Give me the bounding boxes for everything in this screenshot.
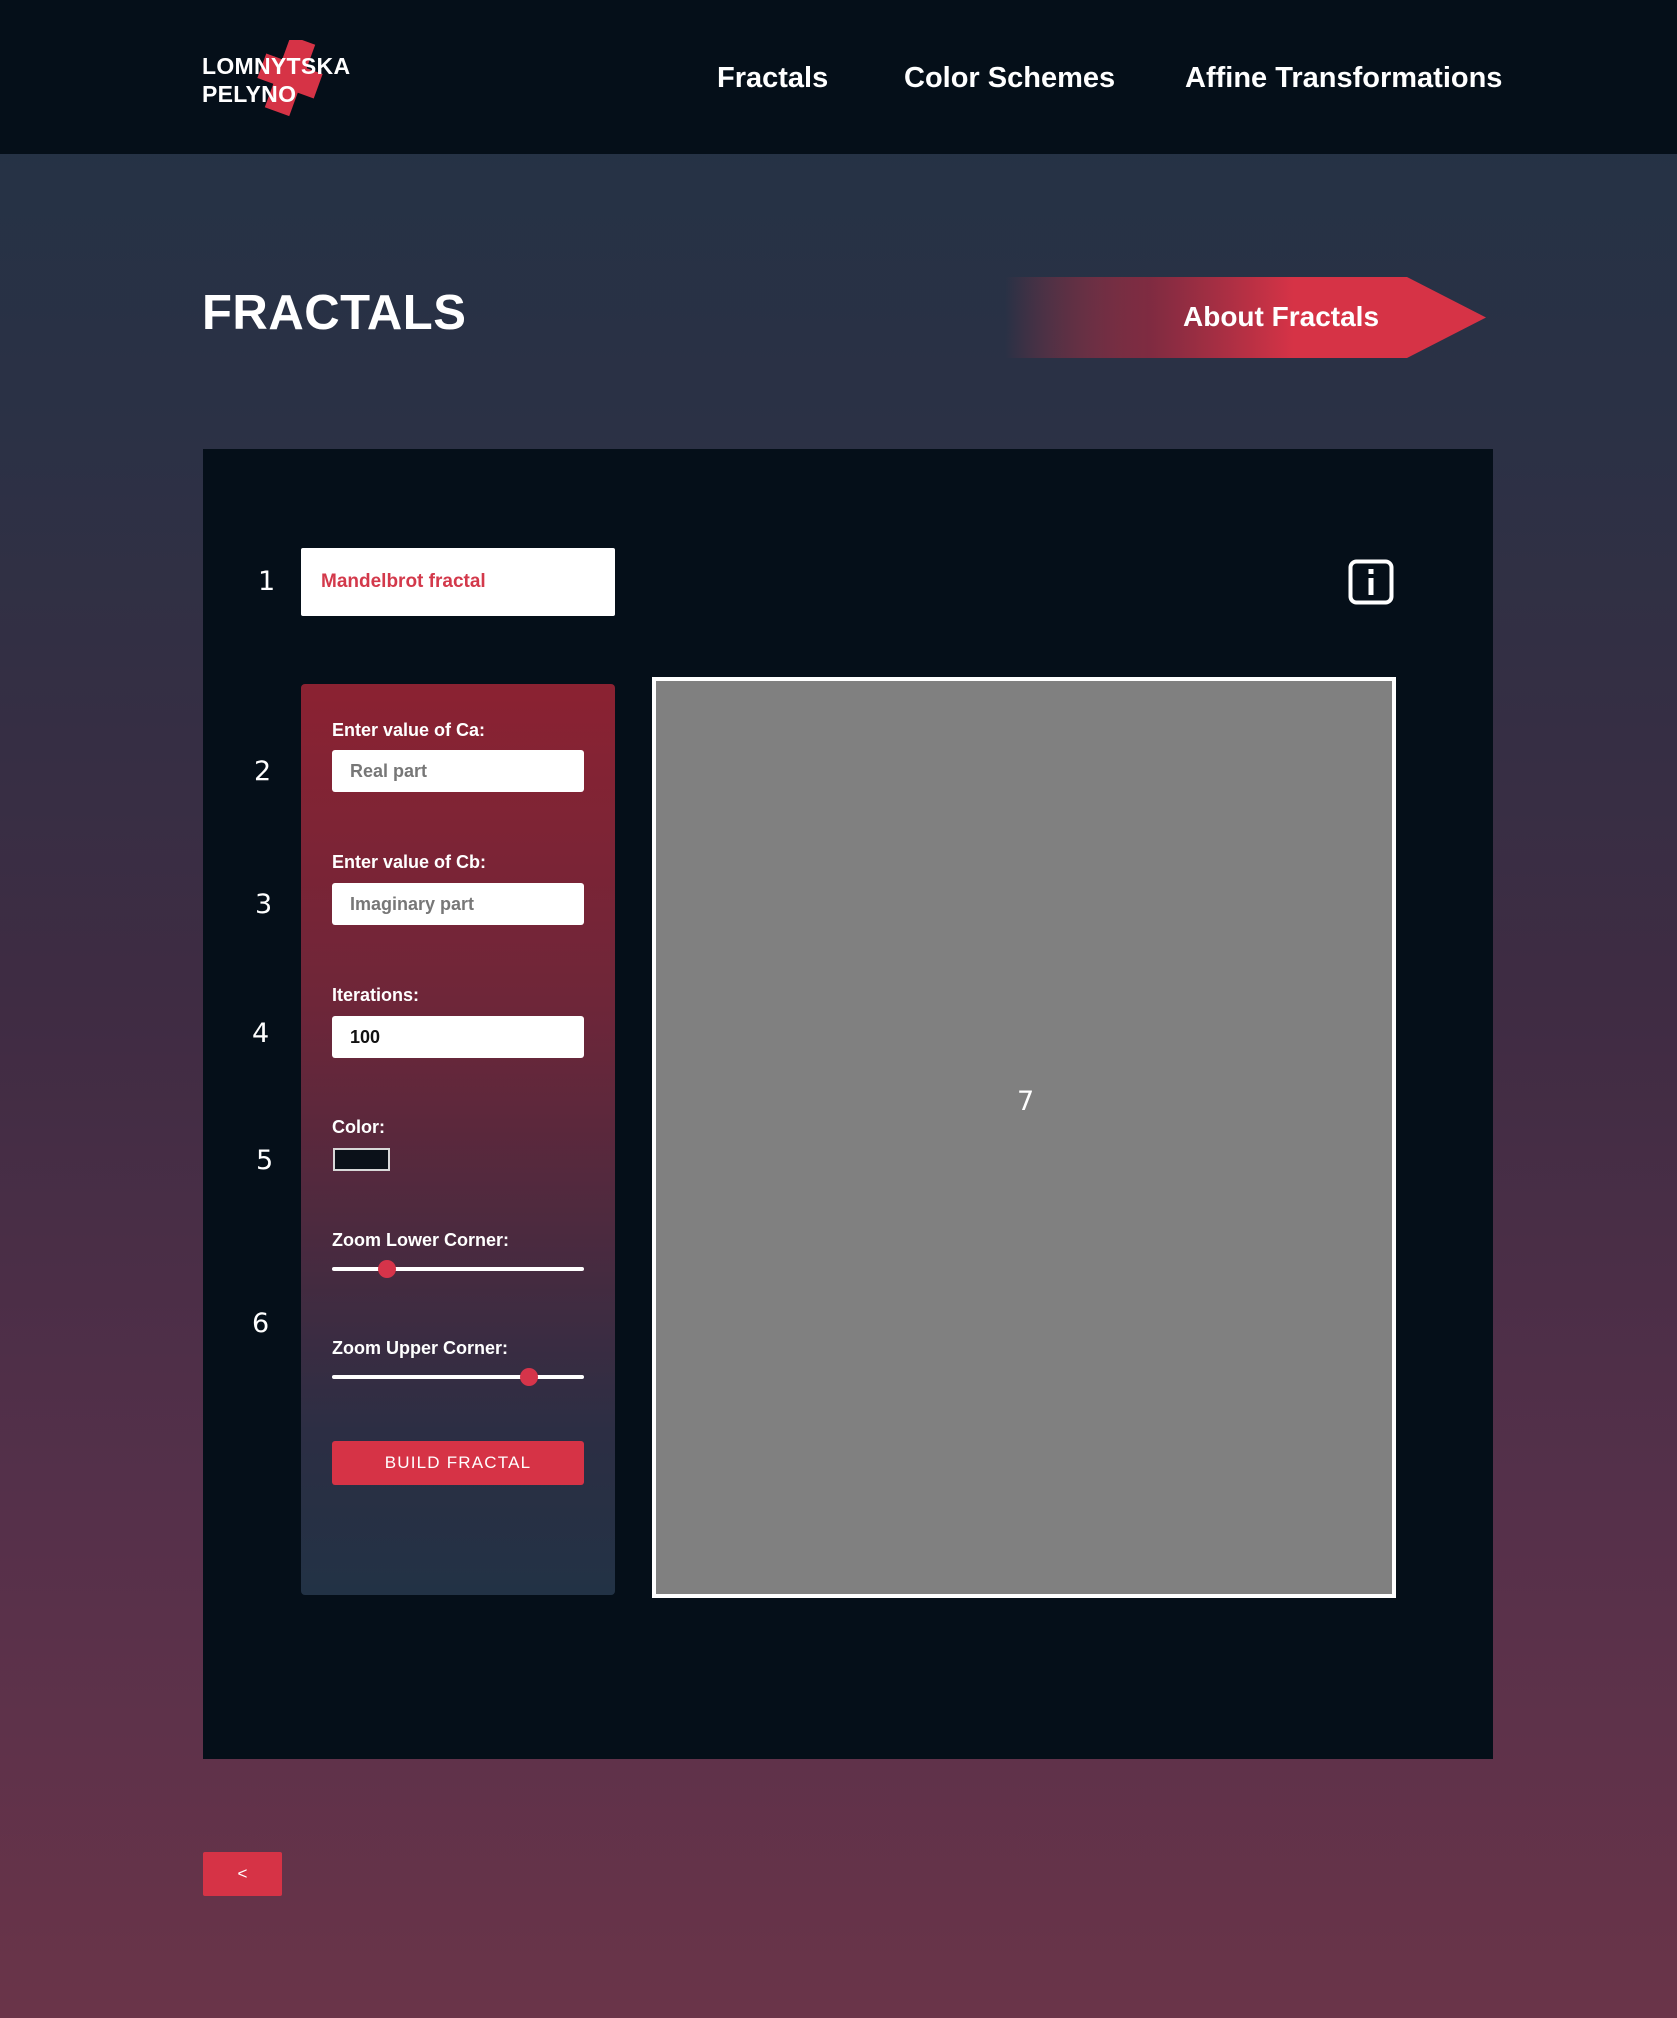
controls-panel: Enter value of Ca: Enter value of Cb: It… xyxy=(301,684,615,1595)
logo-line-1: LOMNYTSKA xyxy=(202,53,351,79)
nav-fractals[interactable]: Fractals xyxy=(717,62,828,95)
zoom-lower-thumb[interactable] xyxy=(378,1260,397,1278)
zoom-lower-track xyxy=(332,1267,584,1271)
color-label: Color: xyxy=(332,1117,385,1137)
marker-1: 1 xyxy=(258,566,276,597)
info-icon[interactable] xyxy=(1348,559,1394,605)
marker-2: 2 xyxy=(254,756,272,787)
page-title: FRACTALS xyxy=(202,286,467,340)
ca-label: Enter value of Ca: xyxy=(332,720,486,740)
build-fractal-button[interactable]: BUILD FRACTAL xyxy=(332,1441,584,1485)
marker-4: 4 xyxy=(252,1018,270,1049)
top-navbar: LOMNYTSKA PELYNO Fractals Color Schemes … xyxy=(0,0,1677,154)
zoom-upper-track xyxy=(332,1375,584,1379)
about-fractals-button[interactable]: About Fractals xyxy=(1005,277,1486,358)
logo[interactable]: LOMNYTSKA PELYNO xyxy=(202,40,362,120)
marker-6: 6 xyxy=(252,1308,270,1339)
iterations-label: Iterations: xyxy=(332,985,420,1005)
marker-3: 3 xyxy=(255,889,273,920)
zoom-lower-label: Zoom Lower Corner: xyxy=(332,1230,510,1250)
cb-label: Enter value of Cb: xyxy=(332,852,487,872)
fractal-type-select[interactable]: Mandelbrot fractal xyxy=(301,548,615,616)
zoom-lower-slider[interactable] xyxy=(332,1259,584,1279)
fractal-type-value: Mandelbrot fractal xyxy=(321,571,486,592)
back-button[interactable]: < xyxy=(203,1852,282,1896)
iterations-input[interactable] xyxy=(332,1016,584,1058)
cb-input[interactable] xyxy=(332,883,584,925)
zoom-upper-slider[interactable] xyxy=(332,1367,584,1387)
logo-text: LOMNYTSKA PELYNO xyxy=(202,52,350,108)
marker-7: 7 xyxy=(1017,1086,1035,1117)
nav-color-schemes[interactable]: Color Schemes xyxy=(904,62,1115,95)
zoom-upper-thumb[interactable] xyxy=(519,1368,538,1386)
fractal-canvas[interactable]: 7 xyxy=(652,677,1396,1598)
color-picker[interactable] xyxy=(333,1148,390,1171)
marker-5: 5 xyxy=(256,1145,274,1176)
nav-affine-transformations[interactable]: Affine Transformations xyxy=(1185,62,1502,95)
ca-input[interactable] xyxy=(332,750,584,792)
logo-line-2: PELYNO xyxy=(202,81,297,107)
about-fractals-label: About Fractals xyxy=(1183,301,1380,332)
zoom-upper-label: Zoom Upper Corner: xyxy=(332,1338,509,1358)
